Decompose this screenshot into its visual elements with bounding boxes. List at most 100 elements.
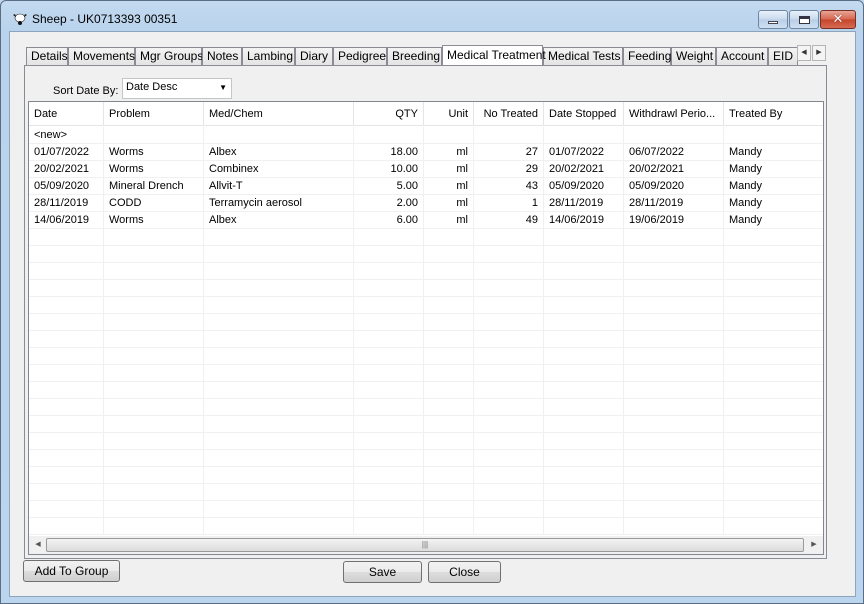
empty-row <box>29 348 823 365</box>
table-row[interactable]: 20/02/2021 Worms Combinex 10.00 ml 29 20/02/20… <box>29 161 823 178</box>
new-row-label[interactable]: <new> <box>29 127 104 144</box>
cell-qty[interactable]: 6.00 <box>354 212 424 229</box>
title-bar[interactable]: Sheep - UK0713393 00351 ✕ <box>1 1 863 33</box>
cell-date[interactable]: 01/07/2022 <box>29 144 104 161</box>
tab-eid[interactable]: EID <box>768 47 798 65</box>
tab-mgr-groups[interactable]: Mgr Groups <box>135 47 203 65</box>
cell-problem[interactable]: Worms <box>104 212 204 229</box>
column-header-problem[interactable]: Problem <box>104 102 204 126</box>
cell-treated-by[interactable]: Mandy <box>724 144 823 161</box>
cell-withdrawl-period[interactable]: 06/07/2022 <box>624 144 724 161</box>
tab-scroll-left-button[interactable]: ◀ <box>797 45 811 61</box>
cell-date-stopped[interactable]: 05/09/2020 <box>544 178 624 195</box>
empty-row <box>29 382 823 399</box>
cell-withdrawl-period[interactable]: 19/06/2019 <box>624 212 724 229</box>
tab-notes[interactable]: Notes <box>202 47 242 65</box>
close-button[interactable]: Close <box>428 561 501 583</box>
cell-treated-by[interactable]: Mandy <box>724 195 823 212</box>
tab-movements[interactable]: Movements <box>68 47 135 65</box>
cell-med-chem[interactable]: Terramycin aerosol <box>204 195 354 212</box>
column-header-date-stopped[interactable]: Date Stopped <box>544 102 624 126</box>
tab-pedigree[interactable]: Pedigree <box>333 47 387 65</box>
cell-unit[interactable]: ml <box>424 212 474 229</box>
cell-no-treated[interactable]: 29 <box>474 161 544 178</box>
cell-date[interactable]: 05/09/2020 <box>29 178 104 195</box>
chevron-left-icon: ◀ <box>801 49 807 56</box>
tab-breeding[interactable]: Breeding <box>387 47 442 65</box>
tab-medical-tests[interactable]: Medical Tests <box>543 47 623 65</box>
column-header-no-treated[interactable]: No Treated <box>474 102 544 126</box>
cell-date-stopped[interactable]: 28/11/2019 <box>544 195 624 212</box>
cell-date-stopped[interactable]: 01/07/2022 <box>544 144 624 161</box>
close-icon: ✕ <box>832 12 844 27</box>
maximize-button[interactable] <box>789 10 819 29</box>
cell-qty[interactable]: 2.00 <box>354 195 424 212</box>
scroll-left-arrow-icon[interactable]: ◀ <box>31 538 45 552</box>
tab-feeding[interactable]: Feeding <box>623 47 671 65</box>
scrollbar-thumb[interactable]: ||| <box>46 538 804 552</box>
table-row[interactable]: 28/11/2019 CODD Terramycin aerosol 2.00 ml 1 2… <box>29 195 823 212</box>
cell-date[interactable]: 20/02/2021 <box>29 161 104 178</box>
cell-treated-by[interactable]: Mandy <box>724 178 823 195</box>
tab-scroll-right-button[interactable]: ▶ <box>812 45 826 61</box>
cell-problem[interactable]: Worms <box>104 144 204 161</box>
cell-unit[interactable]: ml <box>424 144 474 161</box>
column-header-treated-by[interactable]: Treated By <box>724 102 823 126</box>
cell-unit[interactable]: ml <box>424 178 474 195</box>
tab-medical-treatment[interactable]: Medical Treatment <box>442 45 546 65</box>
grid-body: Date Problem Med/Chem QTY Unit No Treate… <box>29 102 823 535</box>
tab-account[interactable]: Account <box>716 47 768 65</box>
empty-row <box>29 433 823 450</box>
maximize-icon <box>798 15 810 24</box>
close-window-button[interactable]: ✕ <box>820 10 856 29</box>
cell-problem[interactable]: Mineral Drench <box>104 178 204 195</box>
column-header-withdrawl-period[interactable]: Withdrawl Perio... <box>624 102 724 126</box>
horizontal-scrollbar[interactable]: ◀ ||| ▶ <box>29 536 823 554</box>
cell-med-chem[interactable]: Albex <box>204 212 354 229</box>
cell-med-chem[interactable]: Allvit-T <box>204 178 354 195</box>
cell-date-stopped[interactable]: 20/02/2021 <box>544 161 624 178</box>
cell-qty[interactable]: 18.00 <box>354 144 424 161</box>
cell-withdrawl-period[interactable]: 20/02/2021 <box>624 161 724 178</box>
cell-no-treated[interactable]: 49 <box>474 212 544 229</box>
column-header-med-chem[interactable]: Med/Chem <box>204 102 354 126</box>
table-row[interactable]: 05/09/2020 Mineral Drench Allvit-T 5.00 ml 43… <box>29 178 823 195</box>
cell-treated-by[interactable]: Mandy <box>724 161 823 178</box>
cell-med-chem[interactable]: Albex <box>204 144 354 161</box>
save-button[interactable]: Save <box>343 561 422 583</box>
minimize-button[interactable] <box>758 10 788 29</box>
new-row[interactable]: <new> <box>29 127 823 144</box>
add-to-group-button[interactable]: Add To Group <box>23 560 120 582</box>
tab-weight[interactable]: Weight <box>671 47 716 65</box>
cell-no-treated[interactable]: 1 <box>474 195 544 212</box>
cell-date[interactable]: 28/11/2019 <box>29 195 104 212</box>
cell-withdrawl-period[interactable]: 05/09/2020 <box>624 178 724 195</box>
cell-unit[interactable]: ml <box>424 195 474 212</box>
cell-med-chem[interactable]: Combinex <box>204 161 354 178</box>
cell-date[interactable]: 14/06/2019 <box>29 212 104 229</box>
sheep-window: Sheep - UK0713393 00351 ✕ Details Moveme… <box>0 0 864 604</box>
treatment-grid: Date Problem Med/Chem QTY Unit No Treate… <box>28 101 824 555</box>
cell-no-treated[interactable]: 27 <box>474 144 544 161</box>
cell-problem[interactable]: Worms <box>104 161 204 178</box>
empty-row <box>29 501 823 518</box>
table-row[interactable]: 14/06/2019 Worms Albex 6.00 ml 49 14/06/2019 19… <box>29 212 823 229</box>
cell-unit[interactable]: ml <box>424 161 474 178</box>
cell-no-treated[interactable]: 43 <box>474 178 544 195</box>
cell-qty[interactable]: 10.00 <box>354 161 424 178</box>
tab-details[interactable]: Details <box>26 47 68 65</box>
cell-qty[interactable]: 5.00 <box>354 178 424 195</box>
column-header-date[interactable]: Date <box>29 102 104 126</box>
cell-problem[interactable]: CODD <box>104 195 204 212</box>
sort-date-dropdown[interactable]: Date Desc ▼ <box>122 78 232 99</box>
cell-withdrawl-period[interactable]: 28/11/2019 <box>624 195 724 212</box>
column-header-unit[interactable]: Unit <box>424 102 474 126</box>
column-header-qty[interactable]: QTY <box>354 102 424 126</box>
table-row[interactable]: 01/07/2022 Worms Albex 18.00 ml 27 01/07/2022 0… <box>29 144 823 161</box>
cell-date-stopped[interactable]: 14/06/2019 <box>544 212 624 229</box>
chevron-right-icon: ▶ <box>816 49 822 56</box>
tab-diary[interactable]: Diary <box>295 47 333 65</box>
tab-lambing[interactable]: Lambing <box>242 47 295 65</box>
cell-treated-by[interactable]: Mandy <box>724 212 823 229</box>
scroll-right-arrow-icon[interactable]: ▶ <box>807 538 821 552</box>
